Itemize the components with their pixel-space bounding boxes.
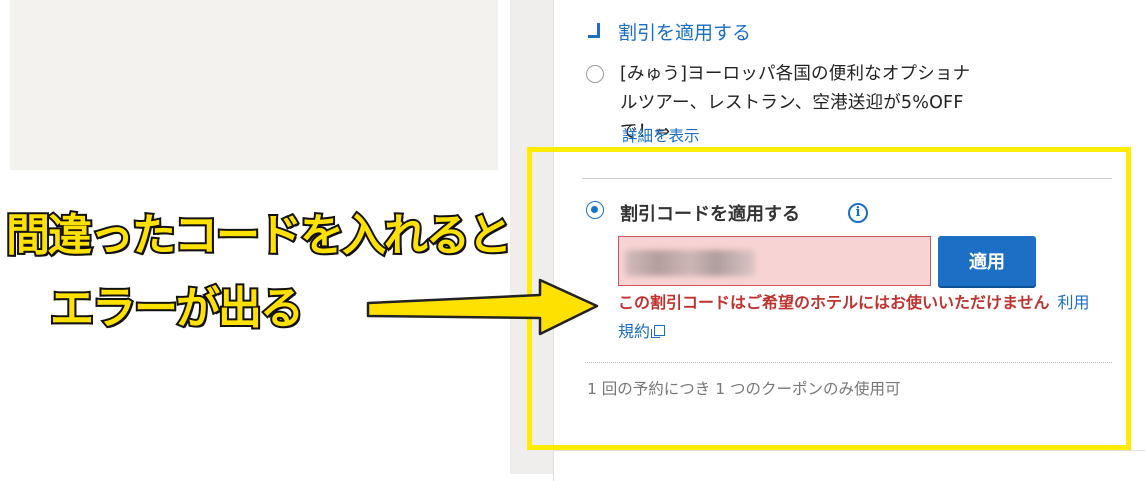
annotation-line-2: エラーが出る [48, 283, 306, 334]
annotation-line-1: 間違ったコードを入れると [4, 210, 514, 261]
